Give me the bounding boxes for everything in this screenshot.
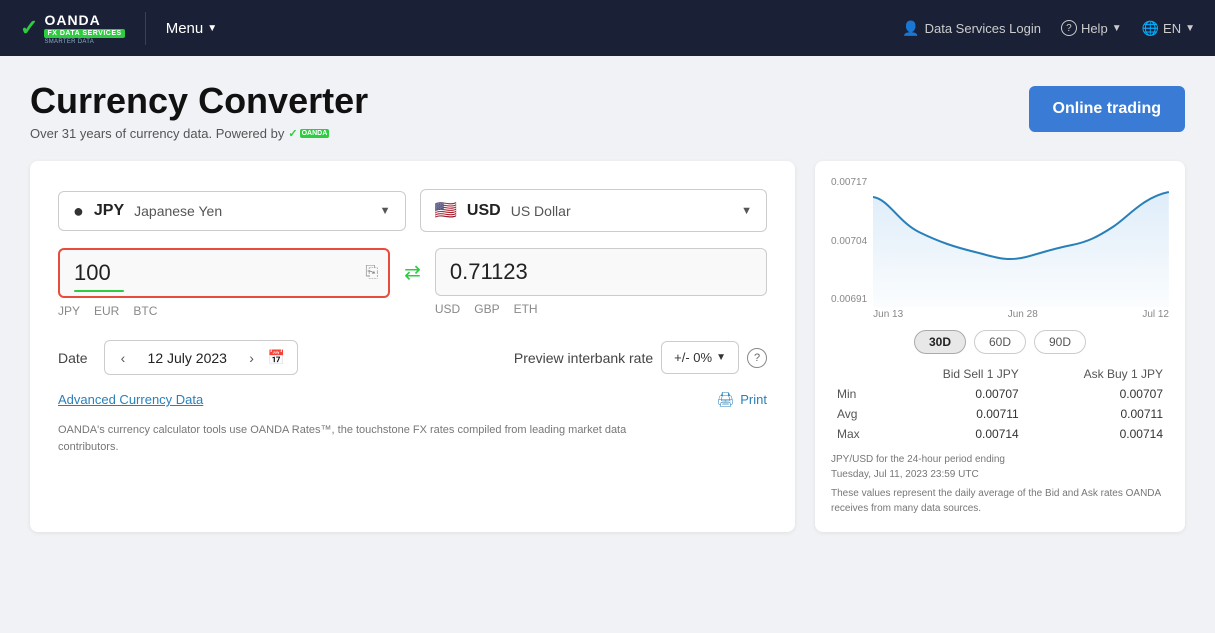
logo-brand: OANDA bbox=[44, 12, 100, 28]
period-30d-button[interactable]: 30D bbox=[914, 330, 966, 354]
to-currency-name: US Dollar bbox=[511, 203, 571, 219]
print-link[interactable]: 🖨 Print bbox=[716, 391, 767, 408]
shortcut-gbp[interactable]: GBP bbox=[474, 302, 499, 316]
date-nav: ‹ 12 July 2023 › 📅 bbox=[104, 340, 299, 375]
stats-max-ask: 0.00714 bbox=[1025, 424, 1169, 444]
logo-checkmark-icon: ✓ bbox=[20, 15, 38, 41]
swap-icon[interactable]: ⇄ bbox=[404, 248, 421, 285]
globe-icon: 🌐 bbox=[1142, 20, 1159, 37]
stats-row-avg: Avg 0.00711 0.00711 bbox=[831, 404, 1169, 424]
rate-help-icon[interactable]: ? bbox=[747, 348, 767, 368]
chart-panel: 0.00717 0.00704 0.00691 bbox=[815, 161, 1185, 532]
stats-header-bid: Bid Sell 1 JPY bbox=[886, 364, 1025, 384]
chart-y-labels: 0.00717 0.00704 0.00691 bbox=[831, 177, 873, 307]
preview-rate-label: Preview interbank rate bbox=[514, 350, 653, 366]
to-currency-select[interactable]: 🇺🇸 USD US Dollar ▼ bbox=[420, 189, 768, 232]
to-currency-shortcuts: USD GBP ETH bbox=[435, 302, 767, 316]
logo-sub: SMARTER DATA bbox=[44, 39, 124, 45]
stats-max-label: Max bbox=[831, 424, 886, 444]
stats-avg-bid: 0.00711 bbox=[886, 404, 1025, 424]
from-currency-select[interactable]: ● JPY Japanese Yen ▼ bbox=[58, 191, 406, 231]
shortcut-eth[interactable]: ETH bbox=[514, 302, 538, 316]
help-circle-icon: ? bbox=[1061, 20, 1077, 36]
calendar-icon[interactable]: 📅 bbox=[268, 349, 285, 366]
help-nav[interactable]: ? Help ▼ bbox=[1061, 20, 1122, 36]
period-60d-button[interactable]: 60D bbox=[974, 330, 1026, 354]
print-icon: 🖨 bbox=[716, 391, 734, 408]
shortcut-usd[interactable]: USD bbox=[435, 302, 460, 316]
chart-svg-container: Jun 13 Jun 28 Jul 12 bbox=[873, 177, 1169, 320]
rate-chevron-icon: ▼ bbox=[716, 352, 726, 363]
stats-min-bid: 0.00707 bbox=[886, 384, 1025, 404]
page-title: Currency Converter bbox=[30, 80, 368, 122]
page-subtitle: Over 31 years of currency data. Powered … bbox=[30, 126, 368, 141]
from-amount-box: ⎘ JPY EUR BTC bbox=[58, 248, 390, 318]
from-chevron-icon: ▼ bbox=[380, 205, 391, 217]
stats-header-label bbox=[831, 364, 886, 384]
stats-min-ask: 0.00707 bbox=[1025, 384, 1169, 404]
chart-period-buttons: 30D 60D 90D bbox=[831, 330, 1169, 354]
stats-header-ask: Ask Buy 1 JPY bbox=[1025, 364, 1169, 384]
logo: ✓ OANDA FX DATA SERVICES SMARTER DATA bbox=[20, 12, 146, 45]
stats-min-label: Min bbox=[831, 384, 886, 404]
from-currency-name: Japanese Yen bbox=[134, 203, 222, 219]
advanced-currency-link[interactable]: Advanced Currency Data bbox=[58, 392, 203, 407]
online-trading-button[interactable]: Online trading bbox=[1029, 86, 1185, 132]
from-amount-input[interactable] bbox=[74, 260, 344, 286]
date-label: Date bbox=[58, 350, 88, 366]
oanda-logo-small: ✓ OANDA bbox=[288, 127, 329, 140]
converter-panel: ● JPY Japanese Yen ▼ 🇺🇸 USD US Dollar ▼ bbox=[30, 161, 795, 532]
lang-chevron-icon: ▼ bbox=[1185, 23, 1195, 34]
from-currency-code: JPY bbox=[94, 202, 124, 220]
nav-menu[interactable]: Menu ▼ bbox=[166, 20, 217, 37]
user-icon: 👤 bbox=[902, 20, 919, 37]
shortcut-btc[interactable]: BTC bbox=[133, 304, 157, 318]
stats-note: JPY/USD for the 24-hour period ending Tu… bbox=[831, 452, 1169, 516]
data-services-login[interactable]: 👤 Data Services Login bbox=[902, 20, 1041, 37]
stats-max-bid: 0.00714 bbox=[886, 424, 1025, 444]
from-flag-icon: ● bbox=[73, 202, 84, 220]
to-currency-code: USD bbox=[467, 202, 501, 220]
to-amount-display: 0.71123 bbox=[450, 259, 752, 285]
help-chevron-icon: ▼ bbox=[1112, 23, 1122, 34]
to-flag-icon: 🇺🇸 bbox=[435, 200, 457, 221]
date-prev-button[interactable]: ‹ bbox=[117, 350, 130, 366]
date-value: 12 July 2023 bbox=[137, 350, 237, 366]
stats-table: Bid Sell 1 JPY Ask Buy 1 JPY Min 0.00707… bbox=[831, 364, 1169, 444]
navbar: ✓ OANDA FX DATA SERVICES SMARTER DATA Me… bbox=[0, 0, 1215, 56]
stats-avg-label: Avg bbox=[831, 404, 886, 424]
period-90d-button[interactable]: 90D bbox=[1034, 330, 1086, 354]
logo-text-block: OANDA FX DATA SERVICES SMARTER DATA bbox=[44, 12, 124, 45]
chart-x-labels: Jun 13 Jun 28 Jul 12 bbox=[873, 309, 1169, 320]
menu-chevron-icon: ▼ bbox=[207, 23, 217, 34]
logo-tagline: FX DATA SERVICES bbox=[44, 29, 124, 38]
date-next-button[interactable]: › bbox=[245, 350, 258, 366]
shortcut-eur[interactable]: EUR bbox=[94, 304, 119, 318]
language-selector[interactable]: 🌐 EN ▼ bbox=[1142, 20, 1195, 37]
to-amount-box: 0.71123 USD GBP ETH bbox=[435, 248, 767, 316]
stats-avg-ask: 0.00711 bbox=[1025, 404, 1169, 424]
preview-rate-select[interactable]: +/- 0% ▼ bbox=[661, 341, 739, 374]
disclaimer: OANDA's currency calculator tools use OA… bbox=[58, 422, 658, 455]
stats-row-max: Max 0.00714 0.00714 bbox=[831, 424, 1169, 444]
from-amount-underline bbox=[74, 290, 124, 292]
from-currency-shortcuts: JPY EUR BTC bbox=[58, 304, 390, 318]
to-chevron-icon: ▼ bbox=[741, 205, 752, 217]
stats-row-min: Min 0.00707 0.00707 bbox=[831, 384, 1169, 404]
nav-right: 👤 Data Services Login ? Help ▼ 🌐 EN ▼ bbox=[902, 20, 1195, 37]
shortcut-jpy[interactable]: JPY bbox=[58, 304, 80, 318]
copy-icon[interactable]: ⎘ bbox=[365, 264, 378, 282]
